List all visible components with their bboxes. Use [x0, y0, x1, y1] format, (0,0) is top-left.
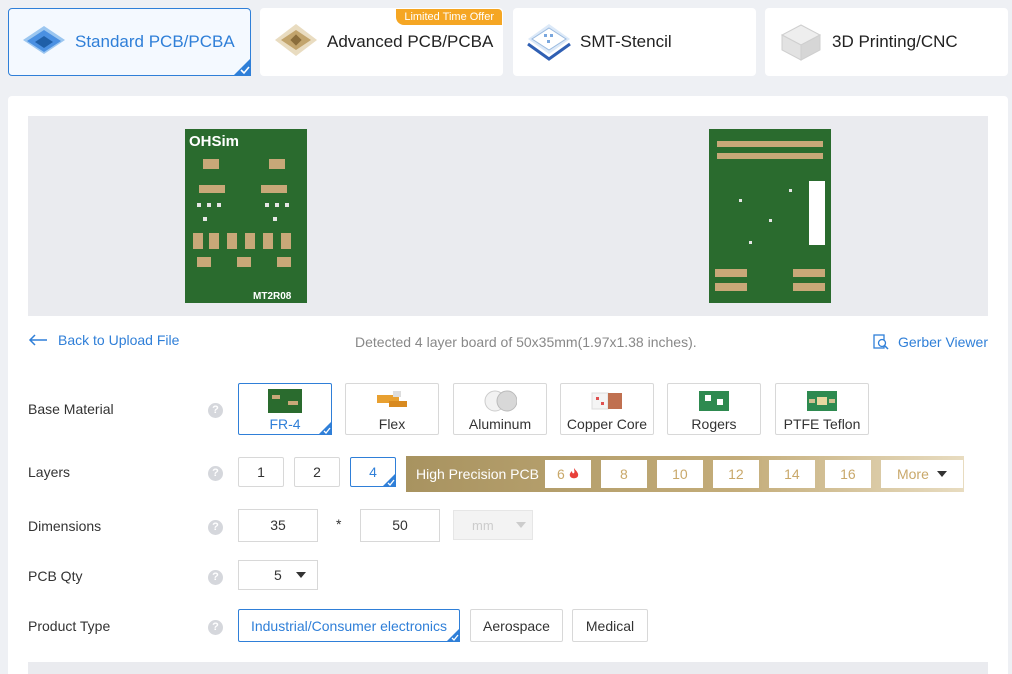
dimension-width-input[interactable]: 35 [238, 509, 318, 542]
layer-label: 4 [369, 464, 377, 480]
material-option-aluminum[interactable]: Aluminum [453, 383, 547, 435]
board-preview: OHSim MT2R08 [28, 116, 988, 316]
material-label: Flex [378, 416, 406, 432]
detected-board-text: Detected 4 layer board of 50x35mm(1.97x1… [355, 334, 697, 350]
flex-board-icon [377, 391, 407, 407]
help-icon[interactable]: ? [208, 570, 223, 585]
hp-layer-option-6[interactable]: 6 [544, 460, 591, 488]
unit-select[interactable]: mm [453, 510, 533, 540]
tab-advanced-pcb[interactable]: Advanced PCB/PCBA Limited Time Offer [260, 8, 503, 76]
board-back-image [709, 129, 831, 303]
material-option-rogers[interactable]: Rogers [667, 383, 761, 435]
material-label: Rogers [691, 416, 737, 432]
stencil-icon [526, 22, 572, 62]
board-front-bottom-label: MT2R08 [253, 291, 292, 302]
gerber-label: Gerber Viewer [897, 334, 988, 350]
tab-3d-printing[interactable]: 3D Printing/CNC [765, 8, 1008, 76]
tab-label: Standard PCB/PCBA [75, 32, 235, 51]
aluminum-board-icon [484, 390, 517, 412]
material-label: Aluminum [468, 416, 532, 432]
magnifier-doc-icon [873, 334, 889, 350]
hp-layer-option-12[interactable]: 12 [712, 460, 759, 488]
board-front-top-label: OHSim [189, 133, 239, 150]
more-label: More [896, 466, 929, 482]
limited-offer-badge: Limited Time Offer [396, 9, 502, 25]
hp-layer-option-16[interactable]: 16 [824, 460, 871, 488]
product-type-industrial[interactable]: Industrial/Consumer electronics [238, 609, 460, 642]
hp-layer-option-10[interactable]: 10 [656, 460, 703, 488]
3d-cube-icon [778, 22, 824, 62]
unit-value: mm [472, 517, 494, 533]
material-label: Copper Core [566, 416, 648, 432]
fr4-board-icon [268, 389, 302, 413]
chip-icon [273, 22, 319, 62]
dimensions-label: Dimensions [28, 518, 102, 534]
chevron-down-icon [515, 522, 526, 528]
chevron-down-icon [936, 471, 947, 477]
product-type-label: Product Type [28, 618, 111, 634]
product-type-label-text: Industrial/Consumer electronics [250, 617, 448, 634]
pcb-qty-select[interactable]: 5 [238, 560, 318, 590]
tab-smt-stencil[interactable]: SMT-Stencil [513, 8, 756, 76]
dimension-separator: * [336, 516, 342, 532]
help-icon[interactable]: ? [208, 620, 223, 635]
high-precision-title: High Precision PCB [416, 466, 539, 482]
hp-layer-option-8[interactable]: 8 [600, 460, 647, 488]
product-type-medical[interactable]: Medical [572, 609, 648, 642]
qty-value: 5 [274, 567, 282, 583]
back-label: Back to Upload File [58, 332, 180, 348]
upload-info-row: Back to Upload File Detected 4 layer boa… [28, 328, 988, 356]
arrow-left-icon [28, 334, 47, 346]
material-option-fr4[interactable]: FR-4 [238, 383, 332, 435]
selected-check-icon [233, 58, 251, 76]
dimension-height-input[interactable]: 50 [360, 509, 440, 542]
product-tabs: Standard PCB/PCBA Advanced PCB/PCBA Limi… [8, 8, 1008, 76]
pcb-layers-icon [21, 22, 67, 62]
board-front-image: OHSim MT2R08 [185, 129, 307, 303]
tab-standard-pcb[interactable]: Standard PCB/PCBA [8, 8, 251, 76]
tab-label: SMT-Stencil [580, 32, 672, 51]
copper-core-icon [591, 392, 622, 410]
layer-option-4[interactable]: 4 [350, 457, 396, 487]
material-label: FR-4 [269, 416, 301, 432]
material-option-ptfe-teflon[interactable]: PTFE Teflon [775, 383, 869, 435]
base-material-label: Base Material [28, 401, 114, 417]
quote-panel: OHSim MT2R08 Back to Upload File Detecte… [8, 96, 1008, 674]
layer-option-1[interactable]: 1 [238, 457, 284, 487]
help-icon[interactable]: ? [208, 466, 223, 481]
next-section-header [28, 662, 988, 674]
hp-layer-label: 6 [557, 466, 565, 482]
selected-check-icon [318, 421, 332, 435]
hp-layer-option-14[interactable]: 14 [768, 460, 815, 488]
help-icon[interactable]: ? [208, 403, 223, 418]
tab-label: Advanced PCB/PCBA [327, 32, 494, 51]
material-option-flex[interactable]: Flex [345, 383, 439, 435]
material-label: PTFE Teflon [783, 416, 861, 432]
material-option-copper-core[interactable]: Copper Core [560, 383, 654, 435]
more-layers-dropdown[interactable]: More [880, 460, 963, 488]
rogers-board-icon [699, 391, 729, 411]
product-type-aerospace[interactable]: Aerospace [470, 609, 563, 642]
selected-check-icon [382, 473, 396, 487]
layers-label: Layers [28, 464, 71, 480]
high-precision-pcb-group: High Precision PCB 6 8 10 12 14 16 More [406, 456, 964, 492]
back-to-upload-link[interactable]: Back to Upload File [28, 332, 179, 348]
pcb-qty-label: PCB Qty [28, 568, 83, 584]
chevron-down-icon [295, 572, 306, 578]
gerber-viewer-link[interactable]: Gerber Viewer [873, 334, 988, 350]
help-icon[interactable]: ? [208, 520, 223, 535]
ptfe-board-icon [807, 391, 837, 411]
tab-label: 3D Printing/CNC [832, 32, 958, 51]
selected-check-icon [446, 628, 460, 642]
layer-option-2[interactable]: 2 [294, 457, 340, 487]
flame-icon [569, 468, 579, 479]
